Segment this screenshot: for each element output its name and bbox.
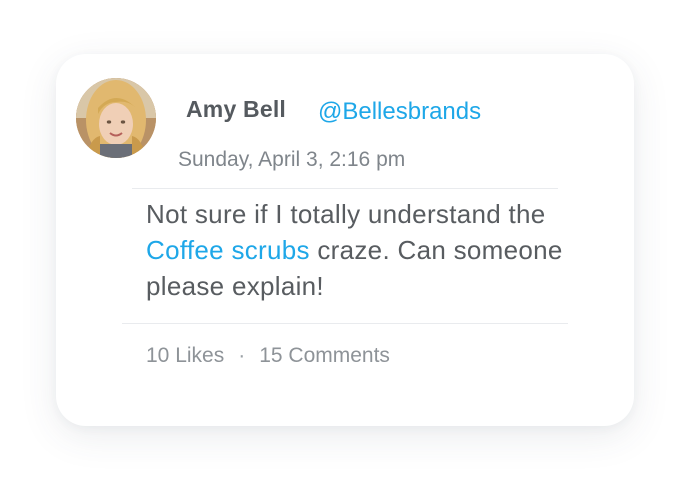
- likes-count[interactable]: 10 Likes: [146, 344, 224, 367]
- post-body: Not sure if I totally understand the Cof…: [146, 196, 576, 304]
- post-text-before: Not sure if I totally understand the: [146, 199, 546, 229]
- author-name[interactable]: Amy Bell: [186, 96, 286, 123]
- comments-count[interactable]: 15 Comments: [259, 344, 390, 367]
- avatar-photo: [76, 78, 156, 158]
- post-stats: 10 Likes · 15 Comments: [146, 344, 390, 368]
- avatar[interactable]: [76, 78, 156, 158]
- divider-top: [132, 188, 558, 189]
- stats-separator: ·: [238, 344, 246, 367]
- author-handle[interactable]: @Bellesbrands: [318, 98, 481, 126]
- post-timestamp: Sunday, April 3, 2:16 pm: [178, 148, 406, 171]
- divider-bottom: [122, 323, 568, 324]
- topic-link[interactable]: Coffee scrubs: [146, 235, 310, 265]
